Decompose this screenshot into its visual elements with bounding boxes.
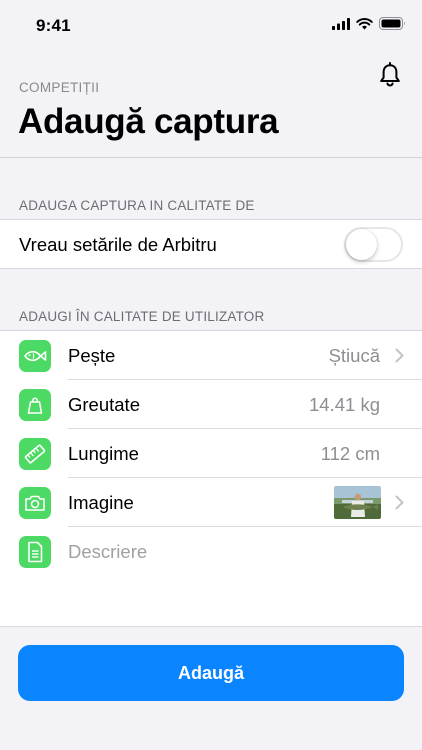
list-item-length[interactable]: Lungime 112 cm	[0, 429, 422, 478]
description-field[interactable]: Descriere	[68, 541, 147, 563]
weight-value: 14.41 kg	[309, 393, 380, 415]
bell-icon[interactable]	[378, 62, 402, 88]
list-item-fish[interactable]: Pește Știucă	[0, 331, 422, 380]
fish-icon	[19, 340, 51, 372]
signal-icon	[332, 17, 350, 30]
referee-toggle-row: Vreau setările de Arbitru	[0, 220, 422, 269]
catch-photo-thumbnail[interactable]	[334, 486, 381, 519]
wifi-icon	[356, 17, 373, 29]
fish-label: Pește	[68, 344, 116, 366]
fish-value: Știucă	[328, 344, 380, 366]
referee-group: Vreau setările de Arbitru	[0, 219, 422, 269]
list-item-image[interactable]: Imagine	[0, 478, 422, 527]
ruler-icon	[19, 438, 51, 470]
header-caption: COMPETIȚII	[19, 80, 100, 95]
status-bar: 9:41	[0, 0, 422, 50]
status-time: 9:41	[36, 16, 71, 35]
referee-section-label: ADAUGA CAPTURA IN CALITATE DE	[19, 198, 255, 213]
chevron-right-icon	[395, 348, 404, 363]
image-label: Imagine	[68, 491, 134, 513]
referee-toggle[interactable]	[344, 227, 403, 262]
battery-icon	[379, 17, 405, 30]
page-title: Adaugă captura	[18, 102, 279, 141]
bottom-action-area: Adaugă	[0, 626, 422, 750]
length-value: 112 cm	[320, 442, 380, 464]
toggle-knob	[346, 229, 377, 260]
length-label: Lungime	[68, 442, 139, 464]
list-item-weight[interactable]: Greutate 14.41 kg	[0, 380, 422, 429]
status-icons	[332, 17, 406, 30]
add-button[interactable]: Adaugă	[18, 645, 404, 701]
user-group: Pește Știucă Greutate 14.41 kg Lungime 1…	[0, 330, 422, 627]
referee-toggle-label: Vreau setările de Arbitru	[19, 233, 217, 255]
page-header: COMPETIȚII Adaugă captura	[0, 50, 422, 158]
camera-icon	[19, 487, 51, 519]
weight-icon	[19, 389, 51, 421]
document-icon	[19, 536, 51, 568]
user-section-label: ADAUGI ÎN CALITATE DE UTILIZATOR	[19, 309, 265, 324]
header-divider	[0, 157, 422, 158]
list-item-description[interactable]: Descriere	[0, 527, 422, 576]
weight-label: Greutate	[68, 393, 140, 415]
chevron-right-icon	[395, 495, 404, 510]
